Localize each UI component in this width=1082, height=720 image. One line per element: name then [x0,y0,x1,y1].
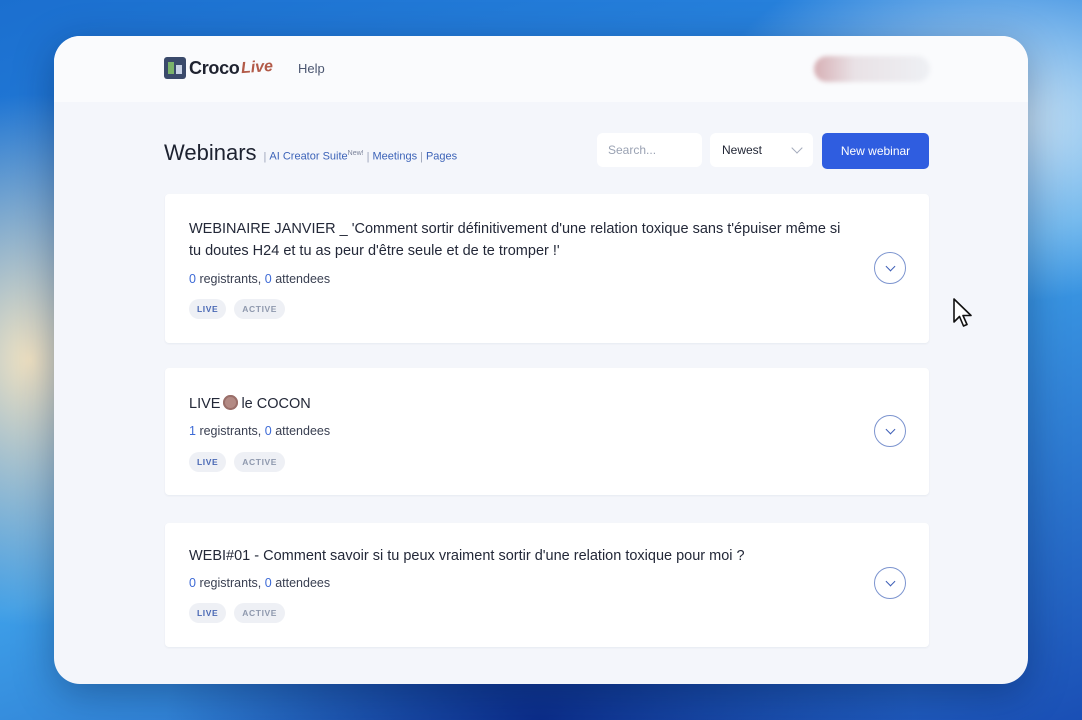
active-badge: ACTIVE [234,603,286,623]
expand-button[interactable] [874,252,906,284]
webinar-card[interactable]: WEBINAIRE JANVIER _ 'Comment sortir défi… [165,194,929,343]
separator: | [263,151,267,163]
active-badge: ACTIVE [234,299,286,319]
sub-navigation: | AI Creator SuiteNew! | Meetings | Pages [261,150,458,163]
subnav-meetings[interactable]: Meetings [372,151,417,163]
webinar-stats: 1 registrants, 0 attendees [189,424,330,438]
attendees-count[interactable]: 0 [265,576,272,590]
webinar-stats: 0 registrants, 0 attendees [189,576,330,590]
subnav-ai-creator-suite[interactable]: AI Creator Suite [269,151,347,163]
attendees-label: attendees [275,272,331,286]
registrants-count[interactable]: 0 [189,272,196,286]
chevron-down-icon [885,576,895,587]
webinar-card[interactable]: LIVE le COCON 1 registrants, 0 attendees … [165,368,929,495]
user-menu-avatar[interactable] [814,56,930,82]
status-tags: LIVE ACTIVE [189,299,286,319]
chevron-down-icon [885,424,895,435]
live-badge: LIVE [189,603,227,623]
logo-text: Croco [189,57,240,78]
chevron-down-icon [791,142,803,154]
attendees-label: attendees [275,424,331,438]
attendees-count[interactable]: 0 [265,272,272,286]
webinar-title-suffix: le COCON [241,396,311,412]
attendees-count[interactable]: 0 [265,424,272,438]
sort-dropdown[interactable]: Newest [710,133,813,167]
webinar-title[interactable]: WEBINAIRE JANVIER _ 'Comment sortir défi… [189,218,849,262]
attendees-label: attendees [275,576,331,590]
status-tags: LIVE ACTIVE [189,603,286,623]
emoji-icon [223,395,239,410]
new-webinar-button[interactable]: New webinar [822,133,929,169]
expand-button[interactable] [874,567,906,599]
status-tags: LIVE ACTIVE [189,452,286,472]
webinar-card[interactable]: WEBI#01 - Comment savoir si tu peux vrai… [165,523,929,647]
webinar-title-prefix: LIVE [189,396,221,412]
webinar-title[interactable]: LIVE le COCON [189,393,849,415]
search-input[interactable] [597,133,702,167]
logo-accent: Live [239,57,274,78]
registrants-count[interactable]: 0 [189,576,196,590]
active-badge: ACTIVE [234,452,286,472]
live-badge: LIVE [189,452,227,472]
registrants-label: registrants, [199,424,262,438]
sort-value: Newest [722,143,763,157]
expand-button[interactable] [874,415,906,447]
page-title: Webinars [164,140,257,165]
mouse-cursor-icon [953,298,972,327]
webinar-stats: 0 registrants, 0 attendees [189,272,330,286]
logo-icon [164,57,186,79]
nav-help-link[interactable]: Help [298,61,325,76]
registrants-label: registrants, [199,272,262,286]
separator: | [366,151,370,163]
separator: | [420,151,423,163]
live-badge: LIVE [189,299,227,319]
webinar-title[interactable]: WEBI#01 - Comment savoir si tu peux vrai… [189,545,849,567]
page-header: Webinars | AI Creator SuiteNew! | Meetings |… [164,140,457,166]
registrants-count[interactable]: 1 [189,424,196,438]
logo[interactable]: Croco Live [164,54,273,82]
top-navbar: Croco Live Help [54,36,1028,102]
registrants-label: registrants, [199,576,262,590]
chevron-down-icon [885,261,895,272]
new-badge: New! [347,150,364,158]
subnav-pages[interactable]: Pages [426,151,457,163]
app-window: Croco Live Help Webinars | AI Creator Sui… [54,36,1028,684]
